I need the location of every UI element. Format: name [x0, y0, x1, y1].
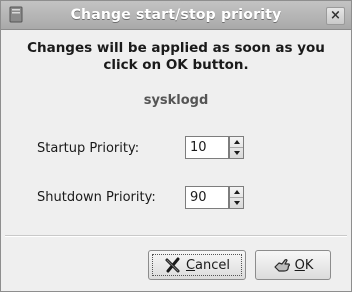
startup-increment-button[interactable] — [230, 137, 243, 147]
startup-priority-spin-buttons[interactable] — [229, 136, 244, 159]
close-button[interactable]: × — [326, 7, 345, 25]
cancel-x-icon — [165, 257, 180, 273]
close-icon: × — [330, 8, 341, 23]
info-message: Changes will be applied as soon as you c… — [1, 40, 351, 74]
cancel-button[interactable]: Cancel — [148, 250, 246, 280]
startup-priority-label: Startup Priority: — [37, 141, 140, 156]
service-name: sysklogd — [143, 93, 209, 108]
shutdown-priority-spin-buttons[interactable] — [229, 186, 244, 209]
button-separator — [5, 235, 347, 237]
startup-decrement-button[interactable] — [230, 147, 243, 158]
arrow-up-icon — [233, 190, 240, 194]
dialog-window: Change start/stop priority × Changes wil… — [0, 0, 352, 292]
shutdown-increment-button[interactable] — [230, 187, 243, 197]
shutdown-priority-input[interactable] — [185, 186, 229, 209]
info-message-line2: click on OK button. — [103, 57, 249, 73]
shutdown-priority-label: Shutdown Priority: — [37, 190, 156, 205]
arrow-down-icon — [233, 201, 240, 205]
ok-label: OK — [294, 257, 314, 273]
dialog-content: Changes will be applied as soon as you c… — [1, 30, 351, 291]
cancel-label: Cancel — [185, 257, 231, 273]
arrow-up-icon — [233, 140, 240, 144]
shutdown-priority-spinner[interactable] — [185, 186, 244, 209]
shutdown-decrement-button[interactable] — [230, 197, 243, 208]
startup-priority-spinner[interactable] — [185, 136, 244, 159]
ok-button[interactable]: OK — [255, 250, 331, 280]
title-bar[interactable]: Change start/stop priority × — [1, 1, 351, 30]
startup-priority-input[interactable] — [185, 136, 229, 159]
info-message-line1: Changes will be applied as soon as you — [27, 40, 325, 56]
ok-hand-icon — [274, 259, 290, 272]
window-title: Change start/stop priority — [70, 7, 282, 23]
arrow-down-icon — [233, 151, 240, 155]
